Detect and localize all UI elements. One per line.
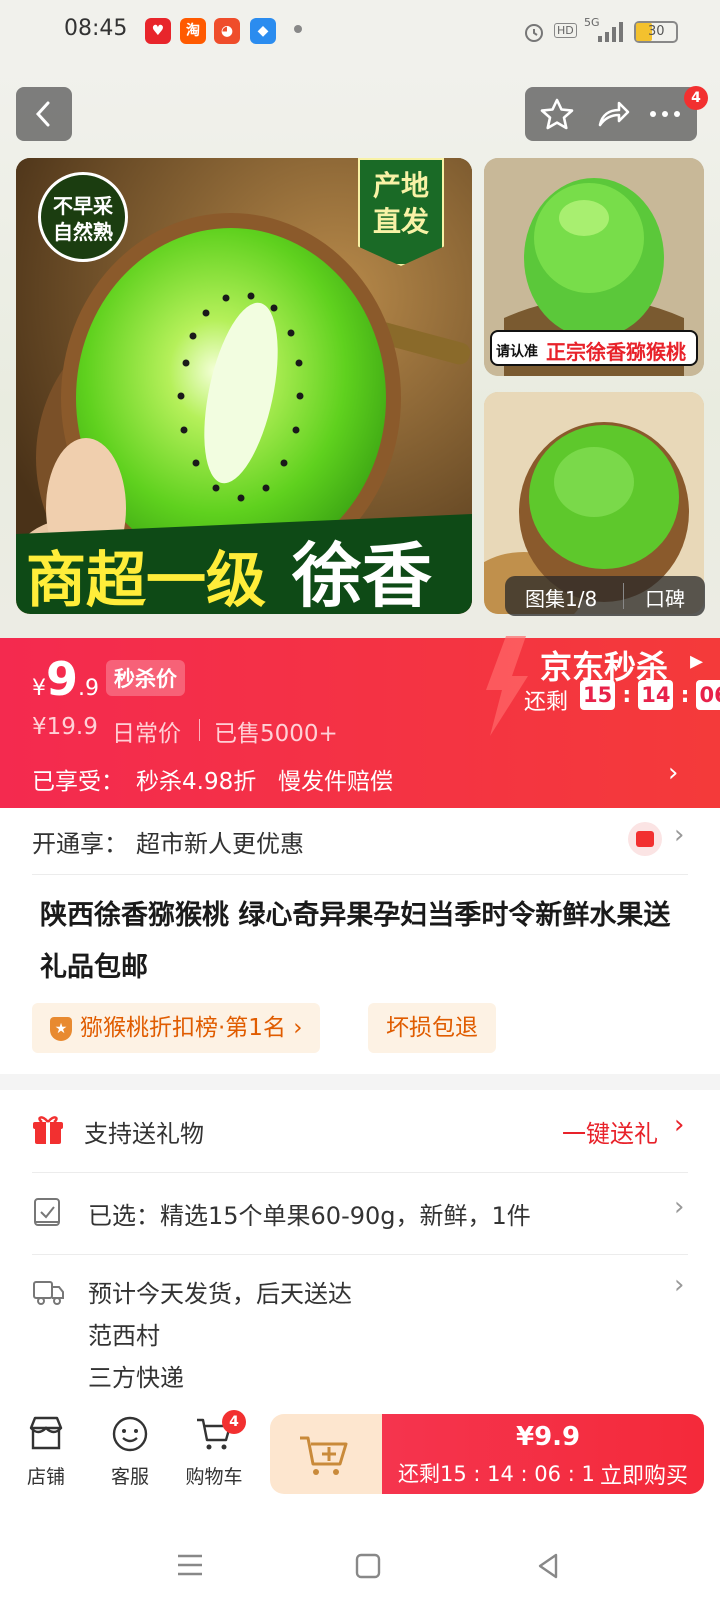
chevron-right-icon: › <box>674 820 685 850</box>
section-gap <box>0 1074 720 1090</box>
share-icon[interactable] <box>595 97 631 131</box>
battery-icon: 30 <box>634 21 678 43</box>
countdown-seconds: 06 <box>696 680 720 710</box>
cart-label: 购物车 <box>185 1466 243 1488</box>
banner-grade-text: 商超一级 <box>26 546 266 614</box>
one-click-gift[interactable]: 一键送礼 <box>562 1114 658 1149</box>
hd-icon: HD <box>554 23 577 38</box>
member-label: 开通享： <box>32 830 128 858</box>
price-block: ¥9.9 <box>32 652 99 706</box>
rank-tag-text: 猕猴桃折扣榜·第1名 › <box>80 1015 303 1041</box>
taobao-icon: 淘 <box>180 18 206 44</box>
countdown-minutes: 14 <box>638 680 674 710</box>
rank-tag[interactable]: ★ 猕猴桃折扣榜·第1名 › <box>32 1003 321 1053</box>
menu-nav-icon[interactable] <box>176 1552 204 1578</box>
chevron-right-icon: › <box>674 1270 685 1300</box>
flash-arrow-icon: ▸ <box>690 646 704 676</box>
signal-icon <box>598 22 623 42</box>
flash-sale-panel: ¥9.9 秒杀价 ¥19.9 日常价 已售5000+ 已享受： 秒杀4.98折 … <box>0 636 720 808</box>
app-icon-3: ◕ <box>214 18 240 44</box>
product-main-image[interactable]: 不早采 自然熟 产地 直发 商超一级 徐香 <box>16 158 472 614</box>
countdown-hours: 15 <box>580 680 616 710</box>
more-icon[interactable] <box>645 97 685 131</box>
add-cart-icon <box>300 1436 348 1475</box>
rank-medal-icon: ★ <box>50 1016 72 1041</box>
message-badge: 4 <box>684 86 708 110</box>
price-decimal: .9 <box>78 676 100 701</box>
gallery-counter: 图集1/8 <box>525 587 598 611</box>
chevron-right-icon: › <box>674 1110 685 1140</box>
chevron-left-icon <box>35 101 50 127</box>
shop-icon <box>29 1416 63 1450</box>
late-delivery-compensation: 慢发件赔偿 <box>278 769 393 795</box>
coupon-icon <box>628 822 662 856</box>
delivery-row[interactable]: 预计今天发货，后天送达 范西村 三方快递 › <box>0 1254 720 1394</box>
remaining-label: 还剩 <box>524 690 569 715</box>
delivery-estimate: 预计今天发货，后天送达 <box>88 1280 352 1308</box>
cart-nav-button[interactable]: 4 购物车 <box>174 1410 254 1496</box>
app-icon-1: ♥ <box>145 18 171 44</box>
banner-variety-text: 徐香 <box>292 535 432 614</box>
app-icon-4: ◆ <box>250 18 276 44</box>
review-tab[interactable]: 口碑 <box>645 583 685 612</box>
natural-ripe-badge: 不早采 自然熟 <box>38 172 128 262</box>
price-divider <box>199 719 200 741</box>
buy-countdown: 还剩15 : 14 : 06 : 1 <box>398 1462 595 1486</box>
counter-divider <box>623 583 624 609</box>
origin-direct-badge: 产地 直发 <box>358 158 444 266</box>
gift-row[interactable]: 支持送礼物 一键送礼 › <box>0 1090 720 1172</box>
system-nav-bar <box>0 1510 720 1612</box>
favorite-star-icon[interactable] <box>539 97 575 131</box>
spec-checklist-icon <box>34 1198 60 1226</box>
gift-icon <box>33 1116 63 1144</box>
notification-dot <box>294 25 302 33</box>
delivery-location: 范西村 <box>88 1322 160 1350</box>
gift-label: 支持送礼物 <box>84 1120 204 1148</box>
home-nav-icon[interactable] <box>354 1552 382 1580</box>
shop-button[interactable]: 店铺 <box>6 1412 86 1496</box>
enjoyed-label: 已享受： <box>32 769 124 795</box>
currency-symbol: ¥ <box>32 676 46 701</box>
selected-spec-row[interactable]: 已选：精选15个单果60-90g，新鲜，1件 › <box>0 1172 720 1254</box>
cart-count-badge: 4 <box>222 1410 246 1434</box>
back-nav-icon[interactable] <box>534 1552 562 1580</box>
shop-label: 店铺 <box>26 1466 65 1488</box>
customer-service-icon <box>112 1416 148 1452</box>
original-price: ¥19.9 <box>32 714 98 740</box>
customer-service-button[interactable]: 客服 <box>90 1412 170 1496</box>
buy-now-label: 立即购买 <box>600 1464 689 1489</box>
buy-now-button[interactable]: ¥9.9 还剩15 : 14 : 06 : 1 立即购买 <box>382 1414 704 1494</box>
damage-refund-tag[interactable]: 坏损包退 <box>368 1003 496 1053</box>
original-price-label: 日常价 <box>112 721 181 747</box>
alarm-icon <box>525 24 543 42</box>
add-to-cart-button[interactable] <box>270 1414 382 1494</box>
status-time: 08:45 <box>64 16 128 41</box>
product-title: 陕西徐香猕猴桃 绿心奇异果孕妇当季时令新鲜水果送礼品包邮 <box>40 900 671 983</box>
delivery-truck-icon <box>33 1281 64 1305</box>
chevron-right-icon[interactable]: › <box>668 758 678 788</box>
flash-price-tag: 秒杀价 <box>106 660 185 696</box>
back-button[interactable] <box>16 87 72 141</box>
gallery-thumbnail-1[interactable]: 请认准 正宗徐香猕猴桃 <box>484 158 704 376</box>
status-bar: 08:45 ♥ 淘 ◕ ◆ HD 5G 30 <box>0 0 720 66</box>
member-offer-row[interactable]: 开通享： 超市新人更优惠 › <box>0 808 720 874</box>
divider <box>32 874 688 875</box>
gallery-counter-box: 图集1/8 口碑 <box>505 576 705 616</box>
discount-value: 秒杀4.98折 <box>136 769 257 795</box>
buy-price: ¥9.9 <box>516 1422 581 1452</box>
authentic-label: 请认准 正宗徐香猕猴桃 <box>490 330 698 366</box>
member-offer-text: 超市新人更优惠 <box>136 830 304 858</box>
countdown-timer: 15 : 14 : 06 <box>580 680 720 710</box>
header-actions <box>525 87 697 141</box>
customer-service-label: 客服 <box>110 1466 149 1488</box>
chevron-right-icon: › <box>674 1192 685 1222</box>
delivery-carrier: 三方快递 <box>88 1364 184 1392</box>
price-integer: 9 <box>46 652 79 706</box>
selected-spec-text: 已选：精选15个单果60-90g，新鲜，1件 <box>88 1202 531 1230</box>
sold-count: 已售5000+ <box>214 721 338 747</box>
